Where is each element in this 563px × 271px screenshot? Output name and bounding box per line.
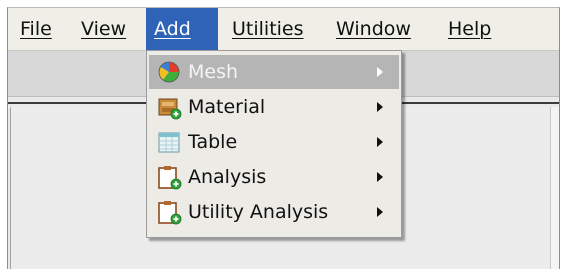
table-icon xyxy=(158,132,180,153)
submenu-arrow-icon xyxy=(377,172,383,182)
add-menu-item-material[interactable]: Material xyxy=(149,90,399,124)
scrollbar[interactable] xyxy=(550,107,559,269)
add-menu-item-table[interactable]: Table xyxy=(149,125,399,159)
analysis-icon xyxy=(158,166,182,190)
add-menu-item-mesh[interactable]: Mesh xyxy=(149,55,399,89)
menu-add[interactable]: Add xyxy=(146,8,218,50)
menu-file[interactable]: File xyxy=(12,8,56,50)
menu-item-label: Utility Analysis xyxy=(188,201,329,223)
submenu-arrow-icon xyxy=(377,137,383,147)
menu-help[interactable]: Help xyxy=(440,8,500,50)
add-menu-item-analysis[interactable]: Analysis xyxy=(149,160,399,194)
menu-item-label: Material xyxy=(188,96,266,118)
add-menu-dropdown: Mesh Material Table Analysis Utility Ana… xyxy=(146,50,402,238)
add-menu-item-utility-analysis[interactable]: Utility Analysis xyxy=(149,195,399,229)
menu-bar: File View Add Utilities Window Help xyxy=(8,8,559,51)
submenu-arrow-icon xyxy=(377,67,383,77)
menu-window[interactable]: Window xyxy=(328,8,428,50)
material-icon xyxy=(158,98,182,120)
utility-analysis-icon xyxy=(158,201,182,225)
submenu-arrow-icon xyxy=(377,102,383,112)
menu-item-label: Mesh xyxy=(188,61,239,83)
menu-item-label: Analysis xyxy=(188,166,267,188)
mesh-icon xyxy=(158,61,180,83)
menu-view[interactable]: View xyxy=(73,8,133,50)
menu-utilities[interactable]: Utilities xyxy=(224,8,320,50)
menu-item-label: Table xyxy=(188,131,238,153)
submenu-arrow-icon xyxy=(377,207,383,217)
